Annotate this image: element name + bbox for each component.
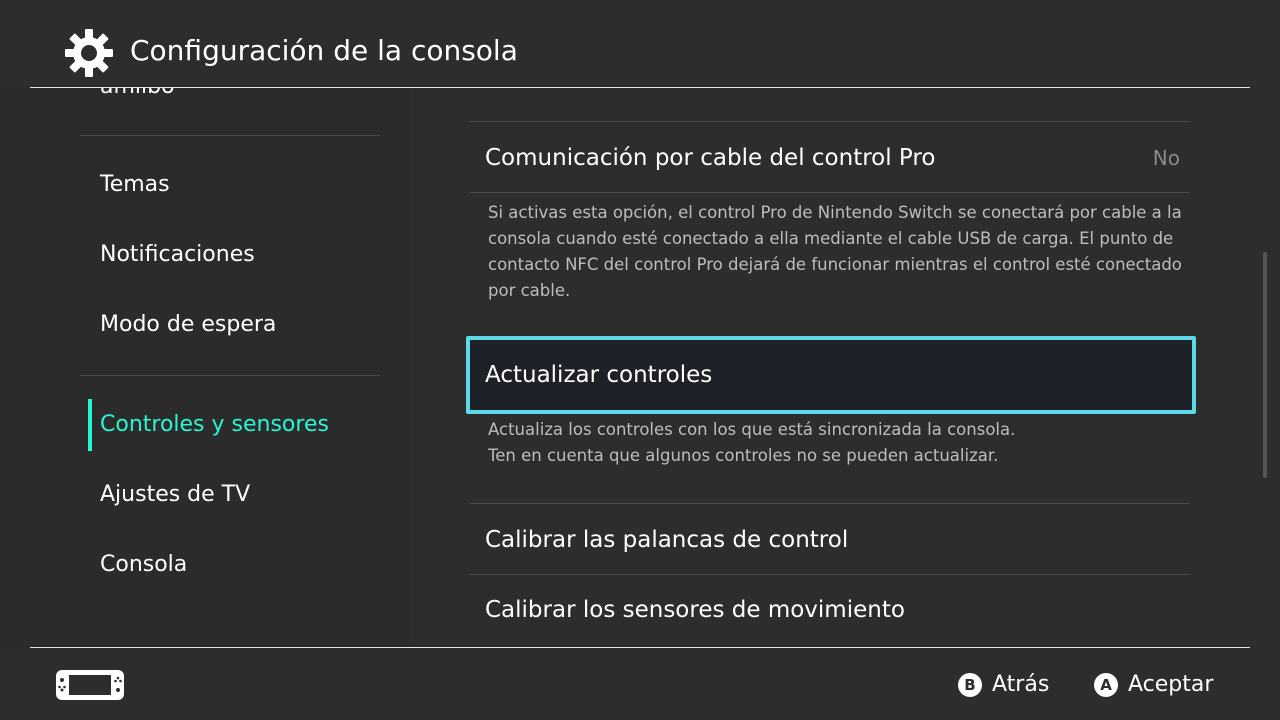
sidebar-item-amiibo[interactable]: amiibo: [100, 88, 175, 99]
sidebar-item-notificaciones[interactable]: Notificaciones: [100, 240, 255, 270]
sidebar-item-ajustes-tv[interactable]: Ajustes de TV: [100, 480, 250, 510]
update-controllers-option[interactable]: Actualizar controles: [466, 336, 1196, 414]
row-divider: [470, 503, 1190, 504]
scrollbar[interactable]: [1263, 252, 1267, 478]
page-title: Configuración de la consola: [130, 34, 518, 67]
back-label: Atrás: [992, 672, 1050, 697]
row-divider: [470, 574, 1190, 575]
footer: B Atrás A Aceptar: [0, 648, 1280, 720]
sidebar-item-temas[interactable]: Temas: [100, 170, 170, 200]
row-divider: [470, 121, 1190, 122]
sidebar-item-consola[interactable]: Consola: [100, 550, 187, 580]
b-button-icon: B: [958, 672, 982, 697]
pro-cable-option[interactable]: Comunicación por cable del control Pro: [485, 143, 935, 173]
back-button[interactable]: B Atrás: [958, 672, 1049, 697]
update-controllers-label: Actualizar controles: [485, 362, 713, 388]
calibrate-motion-option[interactable]: Calibrar los sensores de movimiento: [485, 595, 905, 625]
selection-indicator: [88, 399, 92, 451]
gear-icon: [65, 29, 113, 77]
pro-cable-description: Si activas esta opción, el control Pro d…: [488, 203, 1182, 300]
pro-cable-value: No: [1152, 146, 1180, 170]
a-button-icon: A: [1094, 672, 1118, 697]
sidebar: amiibo Temas Notificaciones Modo de espe…: [0, 88, 410, 647]
accept-button[interactable]: A Aceptar: [1094, 672, 1213, 697]
update-controllers-description-line2: Ten en cuenta que algunos controles no s…: [488, 446, 999, 465]
sidebar-divider: [80, 375, 380, 376]
accept-label: Aceptar: [1128, 672, 1214, 697]
row-divider: [470, 192, 1190, 193]
header: Configuración de la consola: [0, 0, 1280, 88]
sidebar-item-modo-espera[interactable]: Modo de espera: [100, 310, 276, 340]
console-icon: [56, 670, 124, 700]
sidebar-item-controles-sensores[interactable]: Controles y sensores: [100, 410, 329, 440]
calibrate-sticks-option[interactable]: Calibrar las palancas de control: [485, 525, 848, 555]
settings-list: Comunicación por cable del control Pro N…: [410, 88, 1280, 647]
sidebar-divider: [80, 135, 380, 136]
update-controllers-description-line1: Actualiza los controles con los que está…: [488, 420, 1016, 439]
